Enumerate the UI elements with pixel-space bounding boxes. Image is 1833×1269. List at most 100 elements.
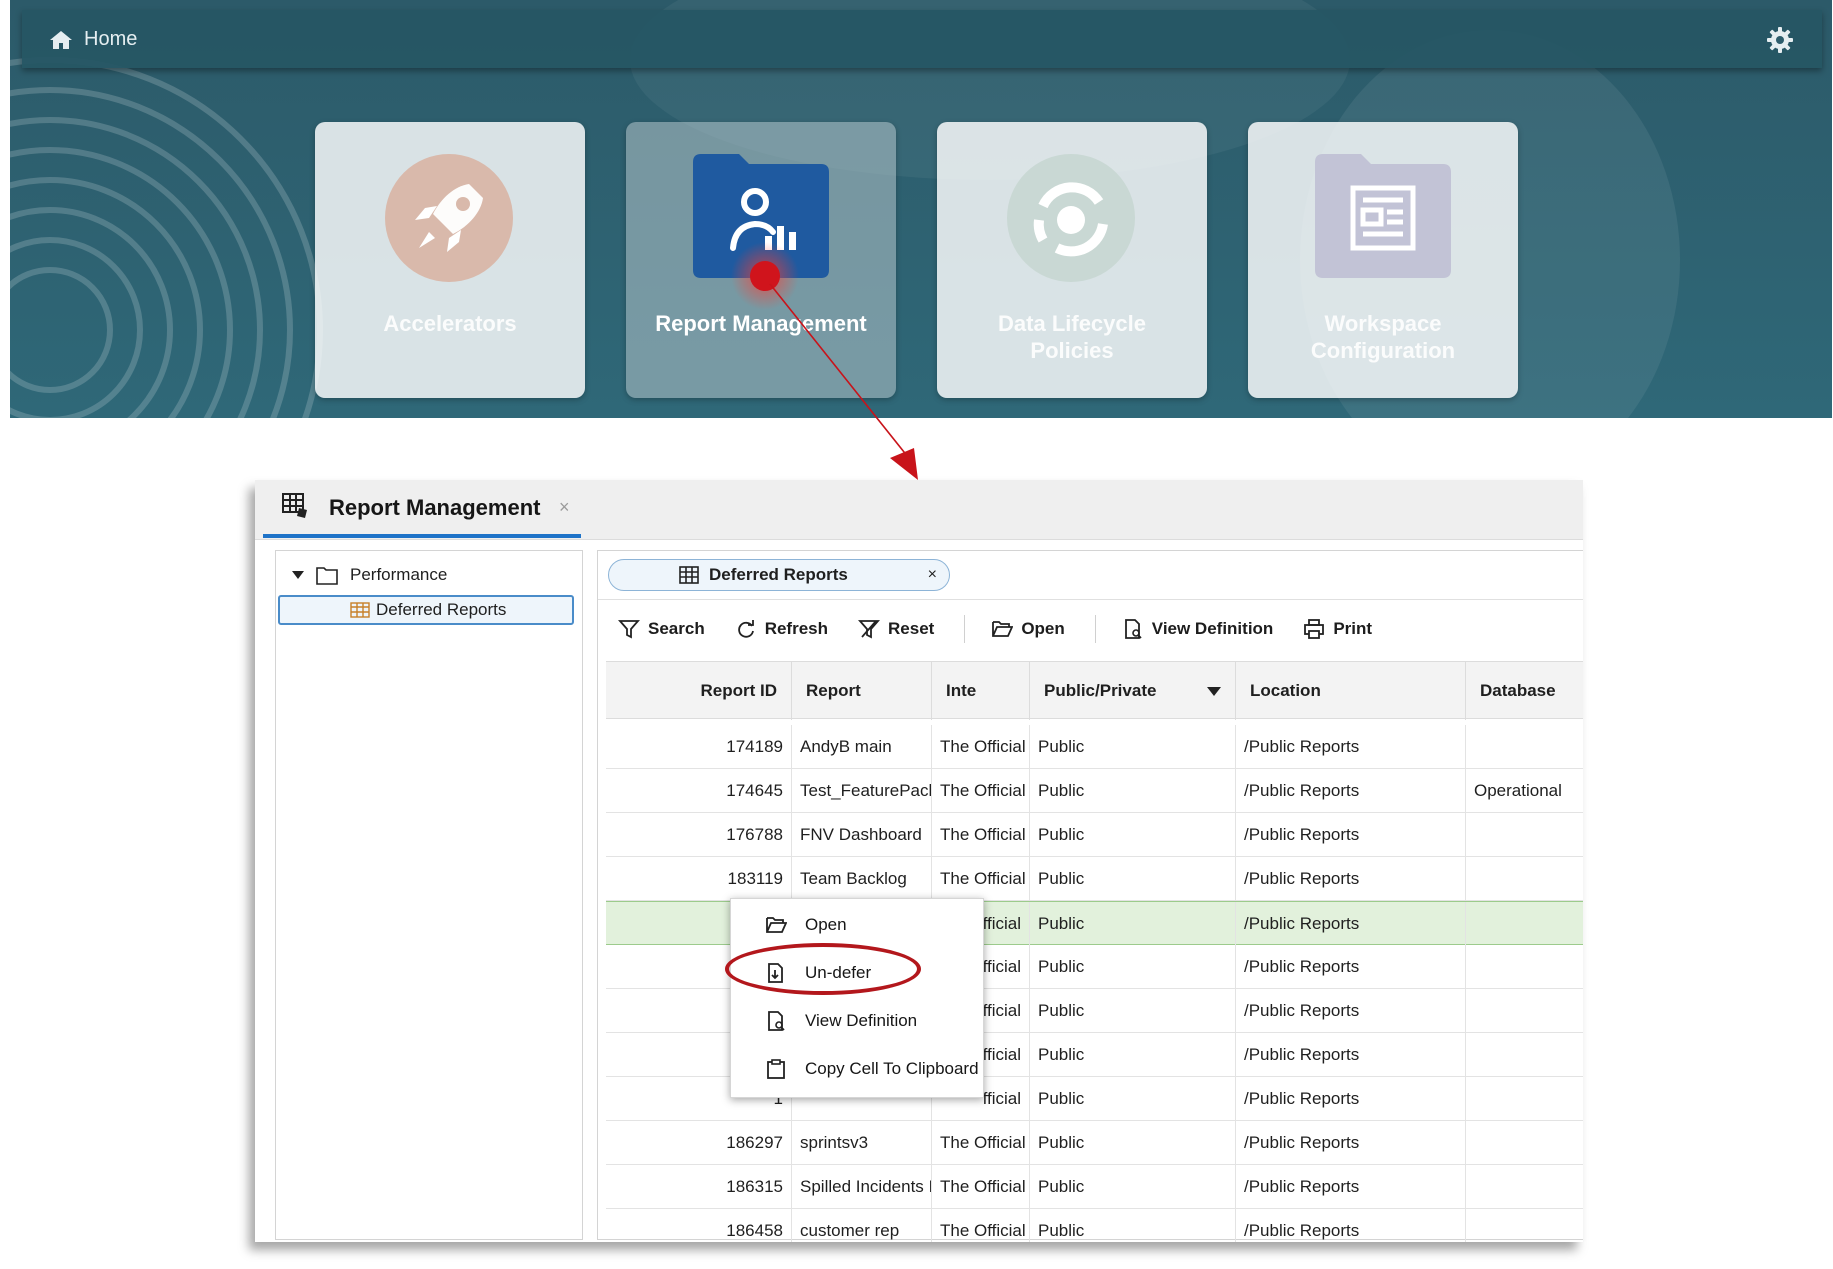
- column-header-database[interactable]: Database: [1466, 662, 1583, 720]
- cell-report-id: 174645: [606, 769, 792, 813]
- refresh-button[interactable]: Refresh: [735, 618, 828, 640]
- tile-label-line1: Accelerators: [383, 311, 517, 336]
- cell-report: Spilled Incidents Info: [792, 1165, 932, 1209]
- table-row[interactable]: 174645 Test_FeaturePackage The Official …: [606, 769, 1583, 813]
- toolbar: Search Refresh Reset Open View Definitio…: [598, 603, 1583, 655]
- tile-workspace-configuration[interactable]: Workspace Configuration: [1248, 122, 1518, 398]
- tab-report-management[interactable]: Report Management ×: [263, 480, 581, 538]
- report-tree: Performance Deferred Reports: [275, 550, 583, 1240]
- view-definition-button[interactable]: View Definition: [1122, 618, 1274, 640]
- tile-label-line2: Policies: [1030, 338, 1114, 363]
- column-header-location[interactable]: Location: [1236, 662, 1466, 720]
- cell-report: AndyB main: [792, 725, 932, 769]
- refresh-label: Refresh: [764, 619, 829, 638]
- tile-icon-circle: [385, 154, 513, 282]
- cell-database: [1466, 857, 1583, 901]
- table-row[interactable]: 174189 AndyB main The Official Public /P…: [606, 725, 1583, 769]
- reset-button[interactable]: Reset: [858, 618, 934, 640]
- cell-location: /Public Reports: [1236, 813, 1466, 857]
- column-header-label: Public/Private: [1044, 681, 1157, 700]
- cell-interval: The Official: [932, 813, 1030, 857]
- home-link[interactable]: Home: [48, 28, 137, 51]
- cell-location: /Public Reports: [1236, 725, 1466, 769]
- reset-filter-icon: [858, 620, 880, 639]
- column-header-report[interactable]: Report: [792, 662, 932, 720]
- folder-icon: [316, 567, 338, 585]
- divider: [598, 599, 1583, 600]
- cell-location: /Public Reports: [1236, 769, 1466, 813]
- tree-folder-performance[interactable]: Performance: [292, 565, 447, 585]
- expand-caret-icon[interactable]: [292, 571, 304, 579]
- tile-label: Data Lifecycle Policies: [937, 310, 1207, 364]
- cell-visibility: Public: [1030, 725, 1236, 769]
- document-search-icon: [1124, 619, 1142, 639]
- tile-label-line1: Workspace: [1324, 311, 1442, 336]
- cell-location: /Public Reports: [1236, 945, 1466, 989]
- screenshot-root: Home Accelerators Report Management Data…: [0, 0, 1833, 1269]
- cell-database: [1466, 725, 1583, 769]
- rocket-icon: [415, 184, 483, 252]
- tree-item-deferred-reports[interactable]: Deferred Reports: [278, 595, 574, 625]
- lifecycle-icon: [1033, 182, 1108, 257]
- report-management-panel: Report Management × Performance Deferred…: [255, 480, 1583, 1242]
- tile-accelerators[interactable]: Accelerators: [315, 122, 585, 398]
- column-header-report-id[interactable]: Report ID: [606, 662, 792, 720]
- table-row[interactable]: 183119 Team Backlog The Official Public …: [606, 857, 1583, 901]
- print-button[interactable]: Print: [1303, 618, 1372, 640]
- toolbar-separator: [1094, 615, 1096, 643]
- menu-item-label: Copy Cell To Clipboard: [805, 1059, 979, 1078]
- cell-visibility: Public: [1030, 902, 1236, 946]
- table-row[interactable]: 186315 Spilled Incidents Info The Offici…: [606, 1165, 1583, 1209]
- cell-report: FNV Dashboard: [792, 813, 932, 857]
- search-label: Search: [648, 619, 705, 638]
- cell-database: [1466, 1077, 1583, 1121]
- reset-label: Reset: [888, 619, 935, 638]
- cell-interval: The Official: [932, 1121, 1030, 1165]
- menu-item-open[interactable]: Open: [731, 905, 983, 945]
- open-button[interactable]: Open: [991, 618, 1065, 640]
- cell-visibility: Public: [1030, 1077, 1236, 1121]
- cell-report: customer rep: [792, 1209, 932, 1242]
- sort-caret-icon[interactable]: [1207, 687, 1221, 696]
- table-row[interactable]: 186458 customer rep The Official Public …: [606, 1209, 1583, 1242]
- cell-database: [1466, 813, 1583, 857]
- grid-table-icon: [282, 493, 307, 518]
- folder-open-icon: [766, 917, 787, 933]
- search-button[interactable]: Search: [618, 618, 705, 640]
- cell-visibility: Public: [1030, 857, 1236, 901]
- home-label: Home: [84, 28, 138, 50]
- tab-deferred-reports[interactable]: Deferred Reports ×: [608, 559, 950, 591]
- table-row[interactable]: 176788 FNV Dashboard The Official Public…: [606, 813, 1583, 857]
- cell-database: Operational: [1474, 781, 1562, 800]
- tile-data-lifecycle-policies[interactable]: Data Lifecycle Policies: [937, 122, 1207, 398]
- callout-arrow-head: [890, 448, 918, 480]
- tile-report-management[interactable]: Report Management: [626, 122, 896, 398]
- tree-folder-label: Performance: [350, 565, 448, 584]
- column-header-public-private[interactable]: Public/Private: [1030, 662, 1236, 720]
- cell-location: /Public Reports: [1236, 1121, 1466, 1165]
- close-sub-tab-button[interactable]: ×: [928, 566, 937, 584]
- cell-report-id: 176788: [606, 813, 792, 857]
- table-icon: [679, 566, 699, 584]
- printer-icon: [1304, 619, 1325, 639]
- gear-icon[interactable]: [1766, 26, 1794, 54]
- cell-visibility: Public: [1030, 945, 1236, 989]
- table-row[interactable]: 186297 sprintsv3 The Official Public /Pu…: [606, 1121, 1583, 1165]
- cell-report: Team Backlog: [792, 857, 932, 901]
- home-banner: Home Accelerators Report Management Data…: [10, 0, 1832, 418]
- cell-location: /Public Reports: [1236, 1209, 1466, 1242]
- menu-item-label: Open: [805, 915, 847, 934]
- cell-location: /Public Reports: [1236, 857, 1466, 901]
- report-folder-icon: [693, 154, 829, 278]
- column-header-interval[interactable]: Inte: [932, 662, 1030, 720]
- tree-item-label: Deferred Reports: [376, 600, 507, 619]
- menu-item-view-definition[interactable]: View Definition: [731, 1001, 983, 1041]
- cell-report-id: 186297: [606, 1121, 792, 1165]
- cell-interval: The Official: [932, 1165, 1030, 1209]
- close-tab-button[interactable]: ×: [559, 497, 570, 518]
- view-definition-label: View Definition: [1151, 619, 1274, 638]
- cell-location: /Public Reports: [1236, 989, 1466, 1033]
- report-content-area: Deferred Reports × Search Refresh Reset: [597, 550, 1583, 1242]
- home-navbar: Home: [22, 10, 1822, 68]
- menu-item-copy-cell[interactable]: Copy Cell To Clipboard: [731, 1049, 983, 1089]
